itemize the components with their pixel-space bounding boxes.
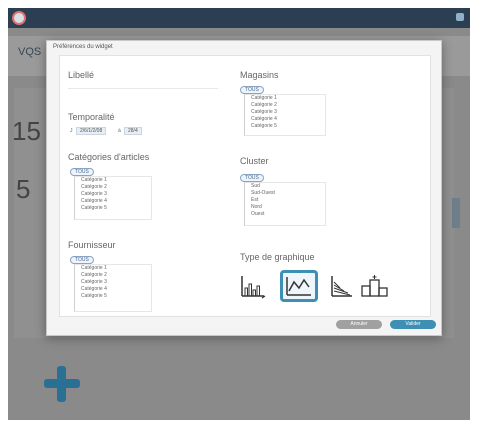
magasins-list[interactable]: Catégorie 1 Catégorie 2 Catégorie 3 Caté… [244,94,326,136]
date-to-input[interactable]: 28/4 [124,127,142,135]
add-widget-button[interactable] [42,364,82,404]
list-item[interactable]: Catégorie 5 [75,293,151,300]
fournisseur-select-all[interactable]: TOUS [70,256,94,264]
dialog-body: Libellé Temporalité J 2/6/1/2/08 à 28/4 … [59,55,436,329]
area-chart-icon[interactable] [330,274,354,300]
top-bar [8,8,470,28]
libelle-input[interactable] [68,88,218,89]
list-item[interactable]: Ouest [245,211,325,218]
categories-label: Catégories d'articles [68,152,150,162]
cluster-label: Cluster [240,156,269,166]
temporalite-label: Temporalité [68,112,115,122]
list-item[interactable]: Catégorie 1 [245,95,325,102]
libelle-label: Libellé [68,70,95,80]
list-item[interactable]: Catégorie 2 [75,272,151,279]
date-from-input[interactable]: 2/6/1/2/08 [76,127,107,135]
line-chart-icon[interactable] [280,270,318,302]
list-item[interactable]: Catégorie 4 [245,116,325,123]
date-from-prefix: J [70,128,73,134]
podium-chart-icon[interactable] [360,274,390,300]
list-item[interactable]: Catégorie 2 [75,184,151,191]
background-title: VQS [18,46,42,58]
categories-list[interactable]: Catégorie 1 Catégorie 2 Catégorie 3 Caté… [74,176,152,220]
date-to-prefix: à [118,128,121,134]
background-number-2: 5 [16,174,31,204]
app-logo [12,11,26,25]
ok-button[interactable]: Valider [390,320,436,329]
list-item[interactable]: Est [245,197,325,204]
list-item[interactable]: Catégorie 5 [245,123,325,130]
dialog-title: Préférences du widget [53,44,113,50]
list-item[interactable]: Catégorie 3 [75,279,151,286]
list-item[interactable]: Catégorie 4 [75,286,151,293]
widget-preferences-dialog: Préférences du widget Libellé Temporalit… [46,40,442,336]
chart-type-label: Type de graphique [240,252,315,262]
list-item[interactable]: Catégorie 3 [75,191,151,198]
cluster-list[interactable]: Sud Sud-Ouest Est Nord Ouest [244,182,326,226]
list-item[interactable]: Catégorie 2 [245,102,325,109]
background-scroll-indicator [452,198,460,228]
list-item[interactable]: Sud-Ouest [245,190,325,197]
list-item[interactable]: Nord [245,204,325,211]
bar-chart-icon[interactable] [240,274,268,300]
list-item[interactable]: Catégorie 1 [75,265,151,272]
cluster-select-all[interactable]: TOUS [240,174,264,182]
window-control-icon[interactable] [456,13,464,21]
magasins-select-all[interactable]: TOUS [240,86,264,94]
categories-select-all[interactable]: TOUS [70,168,94,176]
list-item[interactable]: Catégorie 5 [75,205,151,212]
list-item[interactable]: Catégorie 4 [75,198,151,205]
cancel-button[interactable]: Annuler [336,320,382,329]
fournisseur-label: Fournisseur [68,240,116,250]
list-item[interactable]: Catégorie 3 [245,109,325,116]
fournisseur-list[interactable]: Catégorie 1 Catégorie 2 Catégorie 3 Caté… [74,264,152,312]
magasins-label: Magasins [240,70,279,80]
list-item[interactable]: Catégorie 1 [75,177,151,184]
background-number-1: 15 [12,116,41,146]
list-item[interactable]: Sud [245,183,325,190]
